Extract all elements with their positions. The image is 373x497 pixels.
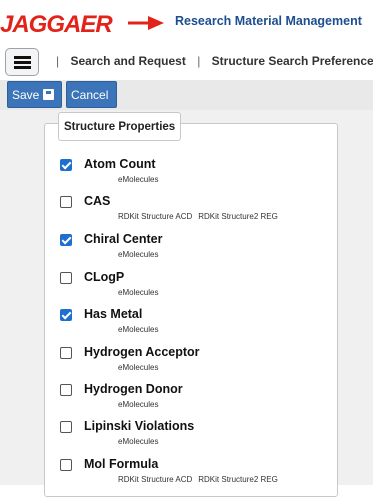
property-checkbox[interactable] (60, 384, 72, 396)
property-source: eMolecules (118, 288, 159, 297)
property-name: Lipinski Violations (84, 419, 195, 433)
property-checkbox[interactable] (60, 234, 72, 246)
property-sources: eMolecules (118, 175, 164, 184)
property-name: Hydrogen Donor (84, 382, 183, 396)
property-source: eMolecules (118, 325, 159, 334)
property-name: Atom Count (84, 157, 156, 171)
hamburger-menu-button[interactable] (5, 48, 39, 76)
property-checkbox[interactable] (60, 196, 72, 208)
toolbar: Save Cancel (0, 80, 373, 110)
cancel-button[interactable]: Cancel (66, 81, 117, 108)
property-checkbox[interactable] (60, 421, 72, 433)
property-sources: RDKit Structure ACD RDKit Structure2 REG (118, 475, 284, 484)
jaggaer-logo[interactable]: JAGGAER (0, 6, 170, 40)
property-source: eMolecules (118, 400, 159, 409)
app-header: JAGGAER Research Material Management (0, 0, 373, 48)
property-checkbox[interactable] (60, 459, 72, 471)
property-source: RDKit Structure ACD (118, 475, 193, 484)
property-name: Hydrogen Acceptor (84, 345, 200, 359)
property-sources: eMolecules (118, 288, 164, 297)
property-name: CLogP (84, 270, 125, 284)
property-source: RDKit Structure2 REG (198, 475, 278, 484)
property-checkbox[interactable] (60, 309, 72, 321)
property-sources: eMolecules (118, 437, 164, 446)
save-icon (43, 89, 55, 100)
property-source: eMolecules (118, 175, 159, 184)
property-name: Mol Formula (84, 457, 159, 471)
menu-icon (14, 56, 31, 59)
property-source: eMolecules (118, 437, 159, 446)
property-name: Chiral Center (84, 232, 163, 246)
property-source: eMolecules (118, 250, 159, 259)
svg-text:JAGGAER: JAGGAER (0, 11, 113, 38)
property-sources: RDKit Structure ACD RDKit Structure2 REG (118, 212, 284, 221)
property-checkbox[interactable] (60, 159, 72, 171)
property-name: CAS (84, 194, 111, 208)
save-button[interactable]: Save (7, 81, 62, 108)
nav-bar: | Search and Request | Structure Search … (0, 48, 373, 80)
property-source: RDKit Structure ACD (118, 212, 193, 221)
property-source: eMolecules (118, 363, 159, 372)
property-sources: eMolecules (118, 400, 164, 409)
property-sources: eMolecules (118, 363, 164, 372)
app-title: Research Material Management (175, 14, 362, 28)
property-sources: eMolecules (118, 250, 164, 259)
property-source: RDKit Structure2 REG (198, 212, 278, 221)
property-sources: eMolecules (118, 325, 164, 334)
breadcrumb-structure-search-preferences[interactable]: Structure Search Preferences (212, 54, 373, 68)
property-name: Has Metal (84, 307, 143, 321)
breadcrumb: | Search and Request | Structure Search … (48, 54, 373, 68)
property-checkbox[interactable] (60, 272, 72, 284)
property-checkbox[interactable] (60, 347, 72, 359)
structure-properties-legend: Structure Properties (58, 112, 182, 141)
breadcrumb-search-and-request[interactable]: Search and Request (70, 54, 185, 68)
